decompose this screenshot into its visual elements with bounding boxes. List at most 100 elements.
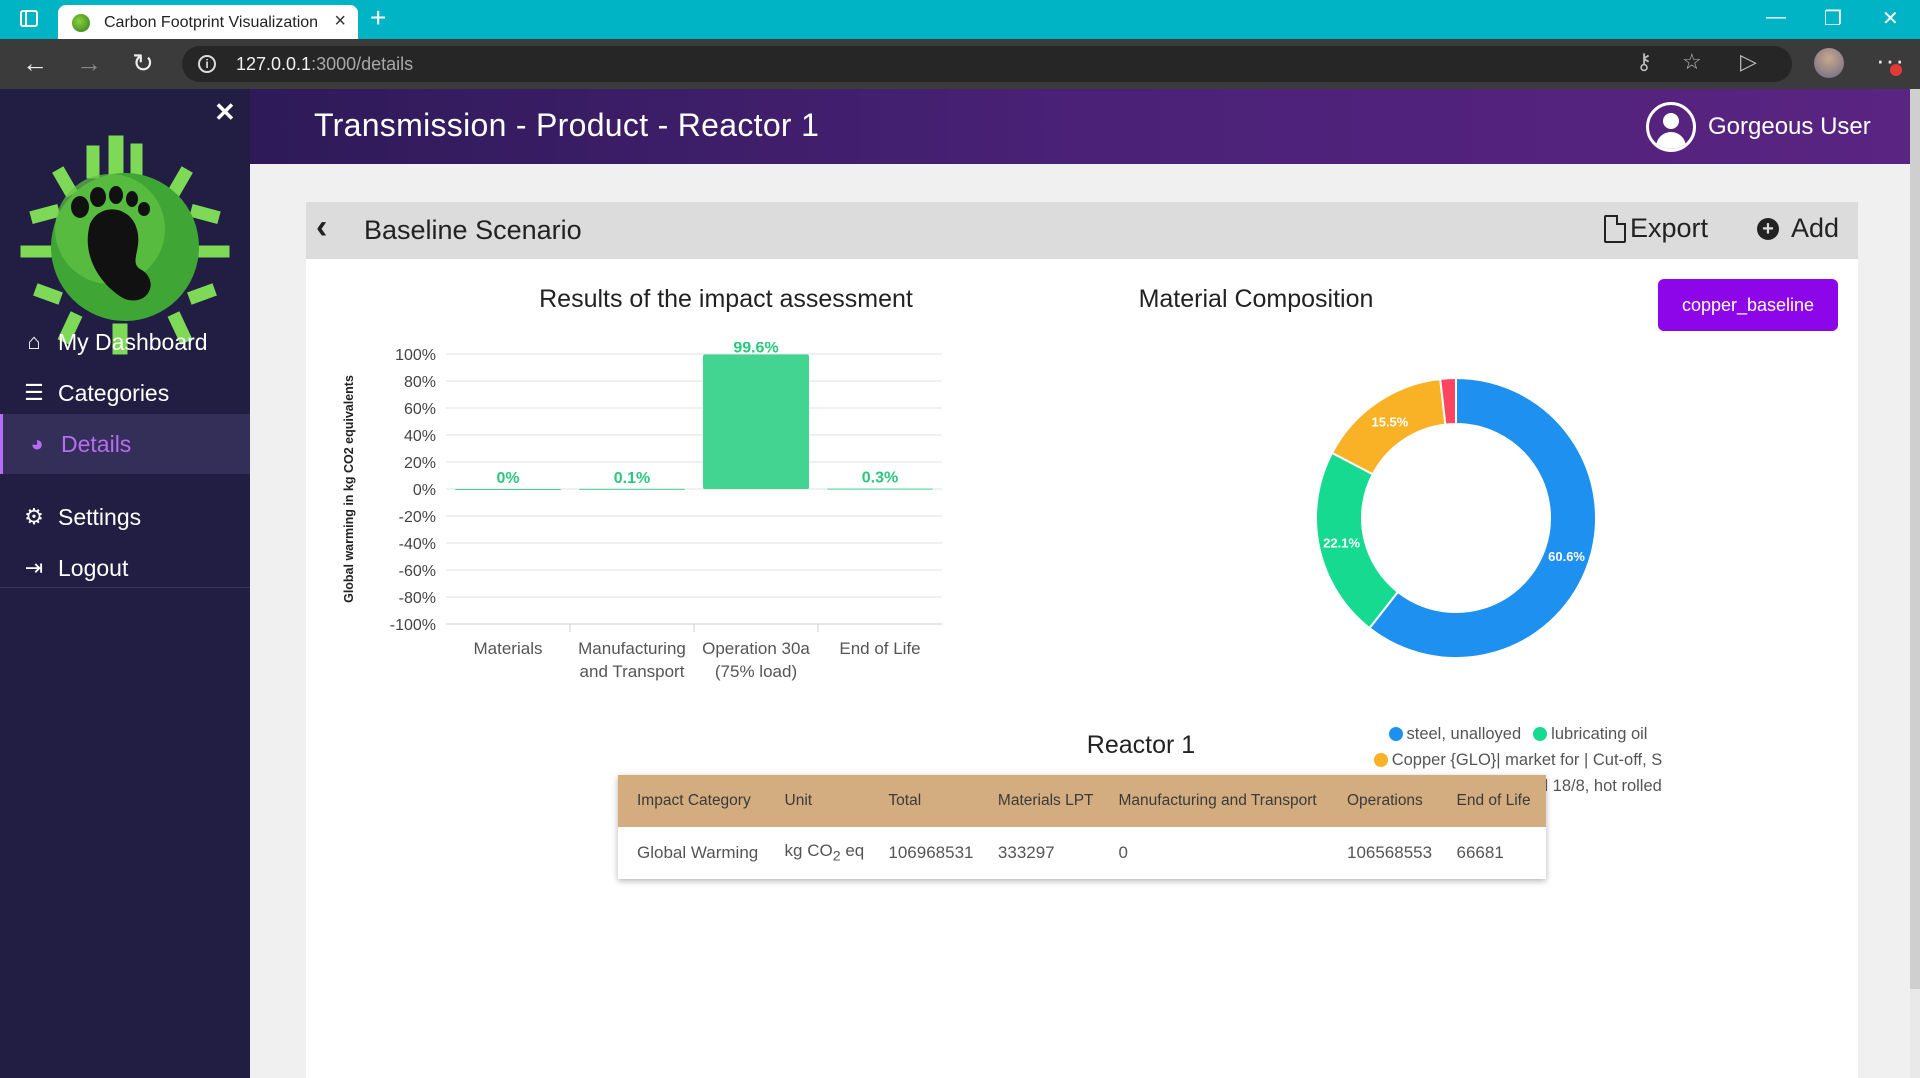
column-header: Manufacturing and Transport: [1099, 775, 1328, 827]
add-button[interactable]: + Add: [1757, 213, 1839, 244]
favicon-icon: [72, 14, 90, 32]
cell-total: 106968531: [869, 827, 979, 879]
unit-prefix: kg CO: [784, 841, 833, 861]
scenario-card: ‹ Baseline Scenario Export + Add copper_…: [306, 202, 1858, 1078]
cell-operations: 106568553: [1327, 827, 1438, 879]
sidebar-item-label: Logout: [58, 554, 129, 581]
y-tick-label: -20%: [399, 509, 436, 526]
home-icon: ⌂: [27, 329, 41, 354]
legend-label: Copper {GLO}| market for | Cut-off, S: [1391, 751, 1663, 769]
sidebar-item-logout[interactable]: ⇥ Logout: [0, 538, 250, 598]
forward-nav-icon[interactable]: →: [76, 48, 102, 79]
user-avatar-icon[interactable]: [1646, 102, 1696, 152]
minimize-icon[interactable]: —: [1766, 6, 1786, 29]
table-header-row: Impact Category Unit Total Materials LPT…: [618, 775, 1546, 827]
bar-chart-title: Results of the impact assessment: [539, 285, 913, 313]
sidebar-item-label: Details: [61, 430, 132, 457]
sidebar-item-details[interactable]: ◕ Details: [0, 414, 250, 474]
x-tick-label: Materials: [474, 639, 543, 658]
export-button[interactable]: Export: [1604, 213, 1708, 244]
y-axis-label: Global warming in kg CO2 equivalents: [342, 375, 356, 603]
y-tick-label: 20%: [404, 455, 436, 472]
bar: [703, 354, 809, 489]
export-label: Export: [1630, 213, 1709, 243]
material-donut-chart: 60.6% 22.1% 15.5%: [1315, 376, 1597, 659]
legend-label: steel, unalloyed: [1406, 725, 1522, 743]
page-title: Transmission - Product - Reactor 1: [314, 107, 820, 143]
bar-data-label: 0%: [496, 470, 519, 487]
browser-tab[interactable]: Carbon Footprint Visualization ×: [58, 5, 358, 39]
refresh-icon[interactable]: ↻: [132, 48, 154, 79]
tab-actions-icon[interactable]: [20, 10, 38, 27]
cell-impact-category: Global Warming: [618, 827, 766, 879]
bar: [455, 489, 561, 490]
sign-out-icon: ⇥: [24, 555, 44, 580]
media-play-icon[interactable]: ▷: [1740, 49, 1757, 75]
sidebar-item-label: My Dashboard: [58, 328, 208, 355]
table-row: Global Warming kg CO2 eq 106968531 33329…: [618, 827, 1546, 879]
y-tick-label: -80%: [399, 590, 436, 607]
page-scrollbar[interactable]: [1910, 89, 1920, 989]
column-header: Impact Category: [618, 775, 766, 827]
y-tick-label: 40%: [404, 428, 436, 445]
back-nav-icon[interactable]: ←: [22, 48, 48, 79]
back-chevron-icon[interactable]: ‹: [316, 208, 327, 247]
plus-circle-icon: +: [1757, 217, 1779, 240]
legend-marker: [1533, 727, 1548, 741]
x-tick-label: and Transport: [580, 662, 685, 681]
bar-data-label: 0.3%: [862, 470, 898, 487]
bar: [827, 488, 933, 490]
notification-badge: [1890, 64, 1902, 76]
cell-unit: kg CO2 eq: [765, 827, 870, 879]
pie-chart-icon: ◕: [30, 431, 44, 456]
slice-data-label: 60.6%: [1548, 549, 1585, 564]
column-header: End of Life: [1437, 775, 1546, 827]
column-header: Unit: [765, 775, 870, 827]
cell-manufacturing: 0: [1099, 827, 1328, 879]
y-tick-label: 80%: [404, 374, 436, 391]
sidebar: ✕ ⌂ My Dashboard ☰ Categories ◕ Details …: [0, 89, 250, 1078]
add-label: Add: [1791, 213, 1840, 243]
sidebar-item-label: Categories: [58, 379, 170, 406]
key-icon[interactable]: ⚷: [1636, 49, 1652, 75]
url-host: 127.0.0.1: [236, 54, 312, 74]
y-tick-label: -40%: [399, 536, 436, 553]
x-tick-label: Manufacturing: [578, 639, 686, 658]
browser-tab-bar: Carbon Footprint Visualization × + — ❐ ✕: [0, 0, 1920, 39]
card-title: Baseline Scenario: [364, 215, 582, 245]
x-tick-label: (75% load): [715, 662, 797, 681]
impact-bar-chart: 100% 80% 60% 40% 20% 0% -20% -40% -60% -80% -100% G…: [342, 342, 942, 681]
y-tick-label: 100%: [395, 347, 436, 364]
new-tab-icon[interactable]: +: [370, 2, 386, 34]
x-tick-label: End of Life: [839, 639, 920, 658]
column-header: Operations: [1327, 775, 1438, 827]
donut-chart-title: Material Composition: [1138, 285, 1374, 313]
y-tick-label: 60%: [404, 401, 436, 418]
profile-avatar[interactable]: [1814, 48, 1844, 78]
y-tick-label: 0%: [413, 482, 436, 499]
cell-materials: 333297: [978, 827, 1100, 879]
legend-label: lubricating oil: [1551, 725, 1648, 743]
sidebar-item-label: Settings: [58, 503, 142, 530]
favorites-icon[interactable]: ☆: [1682, 49, 1702, 75]
y-tick-label: -60%: [399, 563, 436, 580]
gears-icon: ⚙: [24, 504, 44, 529]
restore-icon[interactable]: ❐: [1824, 6, 1842, 31]
impact-table: Impact Category Unit Total Materials LPT…: [618, 775, 1546, 879]
user-name[interactable]: Gorgeous User: [1708, 113, 1871, 141]
y-tick-label: -100%: [390, 617, 436, 634]
unit-subscript: 2: [832, 848, 841, 865]
scenario-badge-button[interactable]: copper_baseline: [1658, 279, 1838, 331]
slice-data-label: 22.1%: [1323, 535, 1360, 550]
window-close-icon[interactable]: ✕: [1882, 6, 1899, 31]
card-header: ‹ Baseline Scenario Export + Add: [306, 202, 1858, 259]
url-path: :3000/details: [311, 54, 414, 74]
sidebar-close-icon[interactable]: ✕: [214, 97, 236, 128]
url-field[interactable]: i 127.0.0.1:3000/details: [182, 46, 1792, 82]
page-header: Transmission - Product - Reactor 1 Gorge…: [250, 89, 1920, 164]
main-content: ‹ Baseline Scenario Export + Add copper_…: [250, 164, 1910, 1078]
column-header: Total: [869, 775, 979, 827]
tab-close-icon[interactable]: ×: [334, 10, 346, 33]
bar-data-label: 99.6%: [733, 342, 778, 357]
site-info-icon[interactable]: i: [198, 55, 216, 73]
